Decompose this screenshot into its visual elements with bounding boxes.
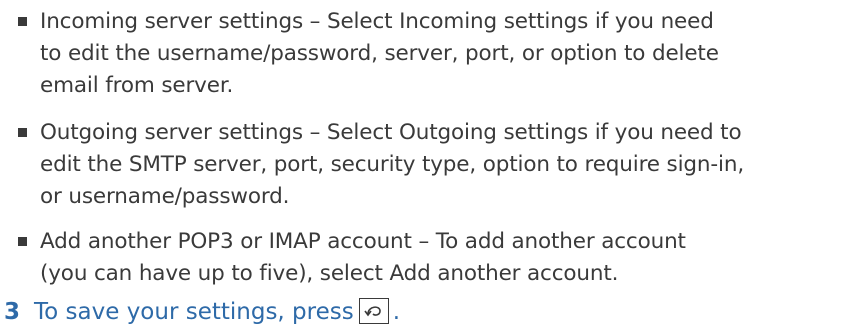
step-text: To save your settings, press: [34, 299, 354, 325]
bullet-item-incoming-server: Incoming server settings – Select Incomi…: [18, 6, 838, 102]
bullet-text: Add another POP3 or IMAP account – To ad…: [40, 229, 686, 286]
step-end-period: .: [392, 299, 401, 325]
bullet-item-outgoing-server: Outgoing server settings – Select Outgoi…: [18, 117, 838, 213]
bullet-square-icon: [18, 17, 27, 26]
bullet-item-add-account: Add another POP3 or IMAP account – To ad…: [18, 226, 838, 290]
back-key-icon: [358, 298, 389, 324]
bullet-square-icon: [18, 128, 27, 137]
manual-page: Incoming server settings – Select Incomi…: [0, 0, 853, 336]
bullet-text: Outgoing server settings – Select Outgoi…: [40, 120, 745, 209]
bullet-square-icon: [18, 237, 27, 246]
bullet-text: Incoming server settings – Select Incomi…: [40, 9, 719, 98]
step-number: 3: [4, 299, 21, 325]
step-instruction: 3 To save your settings, press .: [4, 296, 400, 328]
